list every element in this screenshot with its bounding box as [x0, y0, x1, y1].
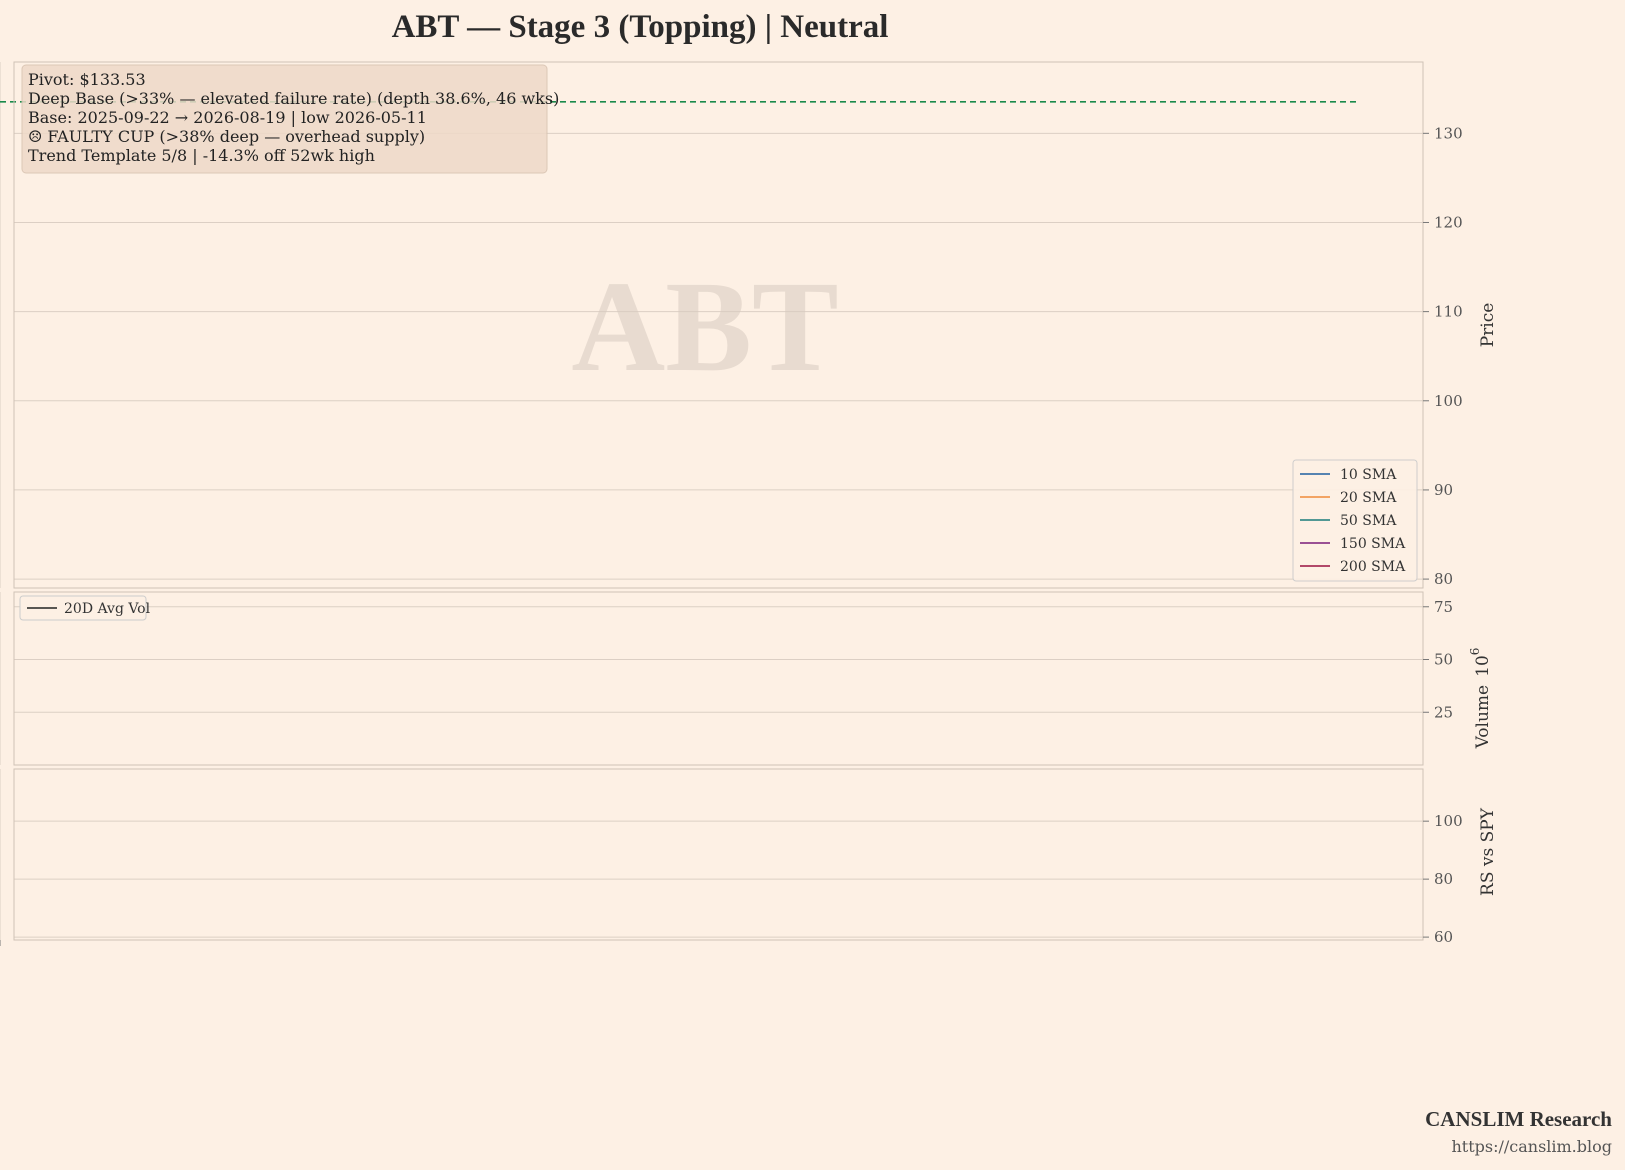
y-tick-label: 100	[1434, 392, 1463, 410]
y-tick-label: 120	[1434, 213, 1463, 231]
axes-frames	[13, 61, 1424, 941]
svg-text:Volume106: Volume 106	[1468, 648, 1493, 750]
price-axis-label: Price	[1478, 303, 1498, 348]
y-tick-label: 80	[1434, 570, 1453, 588]
annotation-pivot: Pivot: $133.53	[28, 70, 146, 89]
volume-label-text: Volume	[1473, 685, 1493, 750]
y-tick-label: 90	[1434, 481, 1453, 499]
y-tick-label: 110	[1434, 303, 1463, 321]
y-tick-label: 50	[1434, 651, 1453, 669]
legend-sma150: 150 SMA	[1340, 536, 1406, 552]
volume-axis-label: Volume 106	[1468, 648, 1493, 750]
chart-title: ABT — Stage 3 (Topping) | Neutral	[392, 9, 889, 45]
legend-sma20: 20 SMA	[1340, 490, 1397, 506]
y-tick-label: 130	[1434, 124, 1463, 142]
rs-axis-label: RS vs SPY	[1478, 807, 1498, 896]
legend-sma200: 200 SMA	[1340, 559, 1406, 575]
annotation-base-range: Base: 2025-09-22 → 2026-08-19 | low 2026…	[28, 108, 427, 127]
panel-frame	[13, 591, 1424, 766]
price-legend: 10 SMA 20 SMA 50 SMA 150 SMA 200 SMA	[1292, 459, 1418, 582]
grid-layer	[0, 62, 1423, 940]
y-tick-label: 80	[1434, 870, 1453, 888]
annotation-box: Pivot: $133.53 Deep Base (>33% — elevate…	[21, 64, 559, 174]
legend-avg-vol: 20D Avg Vol	[64, 601, 151, 617]
y-tick-label: 60	[1434, 928, 1453, 946]
ticker-watermark: ABT	[571, 255, 838, 399]
annotation-faulty-cup: ☹ FAULTY CUP (>38% deep — overhead suppl…	[28, 127, 425, 146]
legend-sma50: 50 SMA	[1340, 513, 1397, 529]
volume-scale-base: 10	[1473, 655, 1493, 677]
volume-scale-exponent: 6	[1468, 648, 1482, 656]
panel-frame	[13, 768, 1424, 941]
volume-legend: 20D Avg Vol	[19, 595, 151, 621]
footer-brand: CANSLIM Research	[1425, 1107, 1612, 1131]
legend-sma10: 10 SMA	[1340, 467, 1397, 483]
y-tick-label: 25	[1434, 703, 1453, 721]
y-tick-label: 75	[1434, 598, 1453, 616]
chart-canvas: ABT — Stage 3 (Topping) | Neutral ABT 20…	[0, 0, 1612, 1156]
annotation-deep-base: Deep Base (>33% — elevated failure rate)…	[28, 89, 559, 108]
footer-url: https://canslim.blog	[1451, 1137, 1612, 1156]
annotation-trend-template: Trend Template 5/8 | -14.3% off 52wk hig…	[28, 146, 375, 165]
y-tick-label: 100	[1434, 812, 1463, 830]
